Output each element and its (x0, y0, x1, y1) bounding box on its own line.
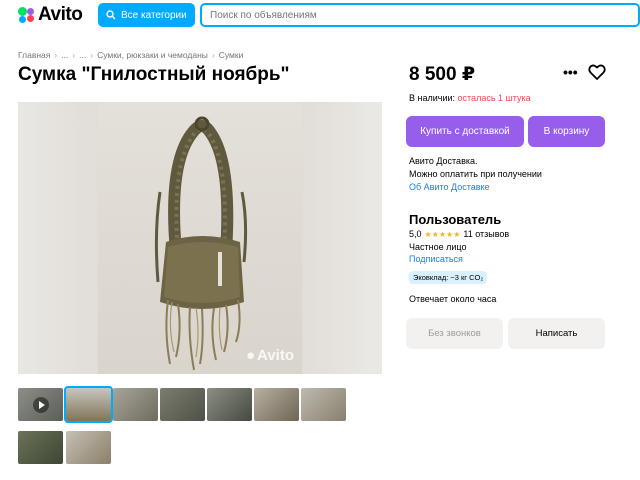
thumbnail-video[interactable] (18, 388, 63, 421)
watermark-text: Avito (257, 347, 294, 364)
thumbnail-image[interactable] (113, 388, 158, 421)
rating-stars-icon: ★★★★★ (424, 229, 461, 239)
write-message-button[interactable]: Написать (508, 318, 605, 349)
price: 8 500 ₽ (409, 64, 476, 85)
breadcrumb: Главная › ... › ... › Сумки, рюкзаки и ч… (18, 50, 243, 60)
thumbnail-image[interactable] (207, 388, 252, 421)
thumbnail-image[interactable] (18, 431, 63, 464)
seller-rating: 5,0 ★★★★★ 11 отзывов (409, 229, 509, 239)
all-categories-label: Все категории (121, 9, 187, 21)
seller-name[interactable]: Пользователь (409, 212, 501, 227)
delivery-info: Авито Доставка. Можно оплатить при получ… (409, 155, 542, 194)
listing-title: Сумка "Гнилостный ноябрь" (18, 64, 290, 85)
about-delivery-link[interactable]: Об Авито Доставке (409, 182, 490, 192)
stock-status: В наличии: осталась 1 штука (409, 93, 531, 103)
search-input[interactable] (200, 3, 640, 27)
favorite-heart-icon[interactable] (588, 64, 606, 80)
add-to-cart-button[interactable]: В корзину (528, 116, 605, 147)
breadcrumb-item-home[interactable]: Главная (18, 50, 50, 60)
delivery-line-2: Можно оплатить при получении (409, 169, 542, 179)
breadcrumb-separator: › (211, 50, 215, 60)
play-icon (32, 396, 49, 413)
breadcrumb-item-ellipsis-2[interactable]: ... (79, 50, 86, 60)
thumbnail-image[interactable] (301, 388, 346, 421)
all-categories-button[interactable]: Все категории (98, 3, 195, 27)
breadcrumb-separator: › (54, 50, 58, 60)
avito-logo[interactable]: Avito (18, 4, 83, 25)
avito-watermark: ● Avito (246, 347, 294, 364)
breadcrumb-item-ellipsis-1[interactable]: ... (61, 50, 68, 60)
subscribe-link[interactable]: Подписаться (409, 254, 463, 264)
search-icon (106, 10, 116, 20)
watermark-dots-icon: ● (245, 347, 256, 364)
breadcrumb-separator: › (90, 50, 94, 60)
more-options-icon[interactable]: ••• (563, 64, 578, 80)
top-header: Avito Все категории (0, 0, 640, 30)
thumbnail-image[interactable] (160, 388, 205, 421)
thumbnail-image[interactable] (254, 388, 299, 421)
response-time: Отвечает около часа (409, 294, 497, 304)
stock-label: В наличии: (409, 93, 456, 103)
reviews-link[interactable]: 11 отзывов (463, 229, 509, 239)
seller-type: Частное лицо (409, 242, 467, 252)
breadcrumb-separator: › (72, 50, 76, 60)
rating-value: 5,0 (409, 229, 422, 239)
stock-value: осталась 1 штука (457, 93, 531, 103)
eco-badge: Эковклад: ~3 кг CO₂ (409, 271, 488, 284)
breadcrumb-item-bags[interactable]: Сумки (219, 50, 244, 60)
moss-bag-illustration (154, 116, 248, 371)
thumbnail-image[interactable] (64, 386, 113, 423)
logo-dots-icon (18, 7, 36, 23)
logo-text: Avito (38, 4, 83, 25)
delivery-line-1: Авито Доставка. (409, 156, 478, 166)
thumbnail-image[interactable] (66, 431, 111, 464)
no-calls-button: Без звонков (406, 318, 503, 349)
buy-with-delivery-button[interactable]: Купить с доставкой (406, 116, 524, 147)
main-photo[interactable]: ● Avito (18, 102, 382, 374)
breadcrumb-item-bags-backpacks[interactable]: Сумки, рюкзаки и чемоданы (97, 50, 208, 60)
